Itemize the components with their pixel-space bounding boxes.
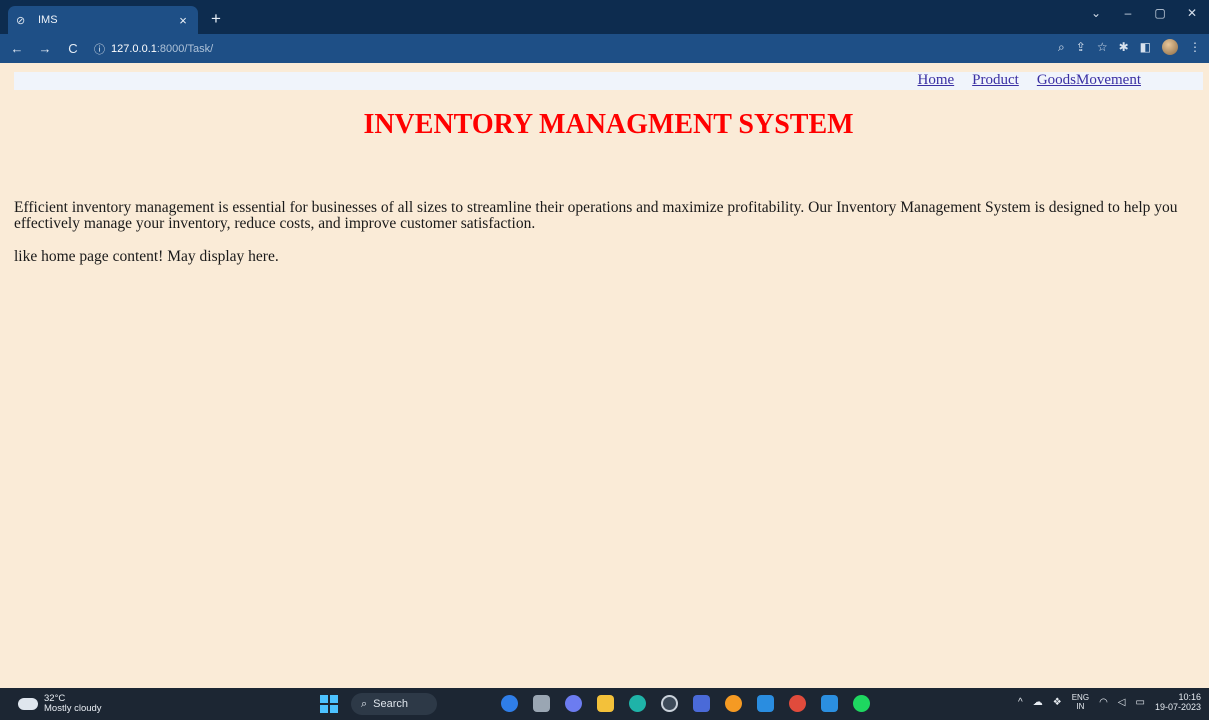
maximize-icon[interactable]: ▢ <box>1151 6 1169 20</box>
nav-link-product[interactable]: Product <box>972 72 1019 89</box>
task-view-icon[interactable] <box>533 695 550 712</box>
close-icon[interactable]: ✕ <box>1183 6 1201 20</box>
url-path: :8000/Task/ <box>156 42 214 55</box>
store-app-icon[interactable] <box>693 695 710 712</box>
calculator-app-icon[interactable] <box>757 695 774 712</box>
taskbar-search[interactable]: ⌕ Search <box>351 693 437 715</box>
chevron-down-icon[interactable]: ⌄ <box>1087 6 1105 20</box>
vscode-app-icon[interactable] <box>821 695 838 712</box>
chevron-up-icon[interactable]: ^ <box>1018 697 1023 708</box>
wifi-icon[interactable]: ◠ <box>1099 697 1108 708</box>
forward-button[interactable]: → <box>34 41 56 56</box>
minimize-icon[interactable]: – <box>1119 6 1137 20</box>
cloud-icon <box>18 698 38 710</box>
file-explorer-icon[interactable] <box>597 695 614 712</box>
clock-date: 19-07-2023 <box>1154 702 1201 712</box>
page-viewport: Home Product GoodsMovement INVENTORY MAN… <box>0 63 1209 688</box>
volume-icon[interactable]: ◁ <box>1118 697 1126 708</box>
browser-tab[interactable]: ⊘ IMS × <box>8 6 198 34</box>
browser-titlebar: ⊘ IMS × + ⌄ – ▢ ✕ <box>0 0 1209 34</box>
search-label: Search <box>373 698 409 710</box>
clock-time: 10:16 <box>1178 692 1201 702</box>
lang-code: ENG <box>1071 693 1090 702</box>
nav-link-goods-movement[interactable]: GoodsMovement <box>1037 72 1141 89</box>
intro-paragraph: Efficient inventory management is essent… <box>14 199 1178 232</box>
cloud-sync-icon[interactable]: ☁ <box>1033 697 1043 708</box>
clock[interactable]: 10:16 19-07-2023 <box>1155 692 1201 712</box>
menu-dots-icon[interactable]: ⋮ <box>1189 40 1201 54</box>
chrome-browser-icon[interactable] <box>789 695 806 712</box>
copilot-icon[interactable]: ❖ <box>1053 697 1062 708</box>
spotify-app-icon[interactable] <box>853 695 870 712</box>
zoom-icon[interactable]: ⌕ <box>1058 40 1065 55</box>
search-icon: ⌕ <box>361 697 368 710</box>
url-host: 127.0.0.1 <box>111 42 157 55</box>
dell-app-icon[interactable] <box>661 695 678 712</box>
profile-avatar[interactable] <box>1162 39 1178 55</box>
photos-app-icon[interactable] <box>725 695 742 712</box>
share-icon[interactable]: ⇪ <box>1076 40 1086 54</box>
globe-icon: ⊘ <box>16 14 26 27</box>
window-controls: ⌄ – ▢ ✕ <box>1087 6 1201 20</box>
toolbar-actions: ⌕ ⇪ ☆ ✱ ◧ ⋮ <box>1058 39 1201 55</box>
lang-region: IN <box>1076 702 1085 711</box>
weather-desc: Mostly cloudy <box>44 703 102 714</box>
info-icon[interactable]: ⓘ <box>94 41 105 57</box>
windows-start-icon[interactable] <box>320 695 338 713</box>
tab-close-button[interactable]: × <box>176 13 190 28</box>
address-bar[interactable]: ⓘ 127.0.0.1:8000/Task/ <box>94 38 854 60</box>
bookmark-star-icon[interactable]: ☆ <box>1097 40 1108 54</box>
back-button[interactable]: ← <box>6 41 28 56</box>
bing-app-icon[interactable] <box>501 695 518 712</box>
battery-icon[interactable]: ▭ <box>1136 697 1145 708</box>
language-indicator[interactable]: ENG IN <box>1072 693 1089 711</box>
page-title: INVENTORY MANAGMENT SYSTEM <box>363 109 854 140</box>
taskbar: 32°C Mostly cloudy ⌕ Search ^ ☁ ❖ ENG IN… <box>0 688 1209 720</box>
weather-widget[interactable]: 32°C Mostly cloudy <box>18 694 102 714</box>
system-tray: ^ ☁ ❖ ENG IN ◠ ◁ ▭ 10:16 19-07-2023 <box>1018 692 1201 712</box>
taskbar-apps <box>501 695 870 712</box>
browser-toolbar: ← → C ⓘ 127.0.0.1:8000/Task/ ⌕ ⇪ ☆ ✱ ◧ ⋮ <box>0 34 1209 63</box>
new-tab-button[interactable]: + <box>206 8 226 30</box>
nav-links: Home Product GoodsMovement <box>917 72 1141 89</box>
chat-app-icon[interactable] <box>565 695 582 712</box>
edge-browser-icon[interactable] <box>629 695 646 712</box>
extensions-icon[interactable]: ✱ <box>1119 40 1129 54</box>
tab-title: IMS <box>38 14 58 26</box>
placeholder-note: like home page content! May display here… <box>14 248 279 265</box>
sidepanel-icon[interactable]: ◧ <box>1140 40 1151 54</box>
reload-button[interactable]: C <box>62 41 84 56</box>
nav-link-home[interactable]: Home <box>917 72 954 89</box>
site-navbar: Home Product GoodsMovement <box>14 72 1203 90</box>
